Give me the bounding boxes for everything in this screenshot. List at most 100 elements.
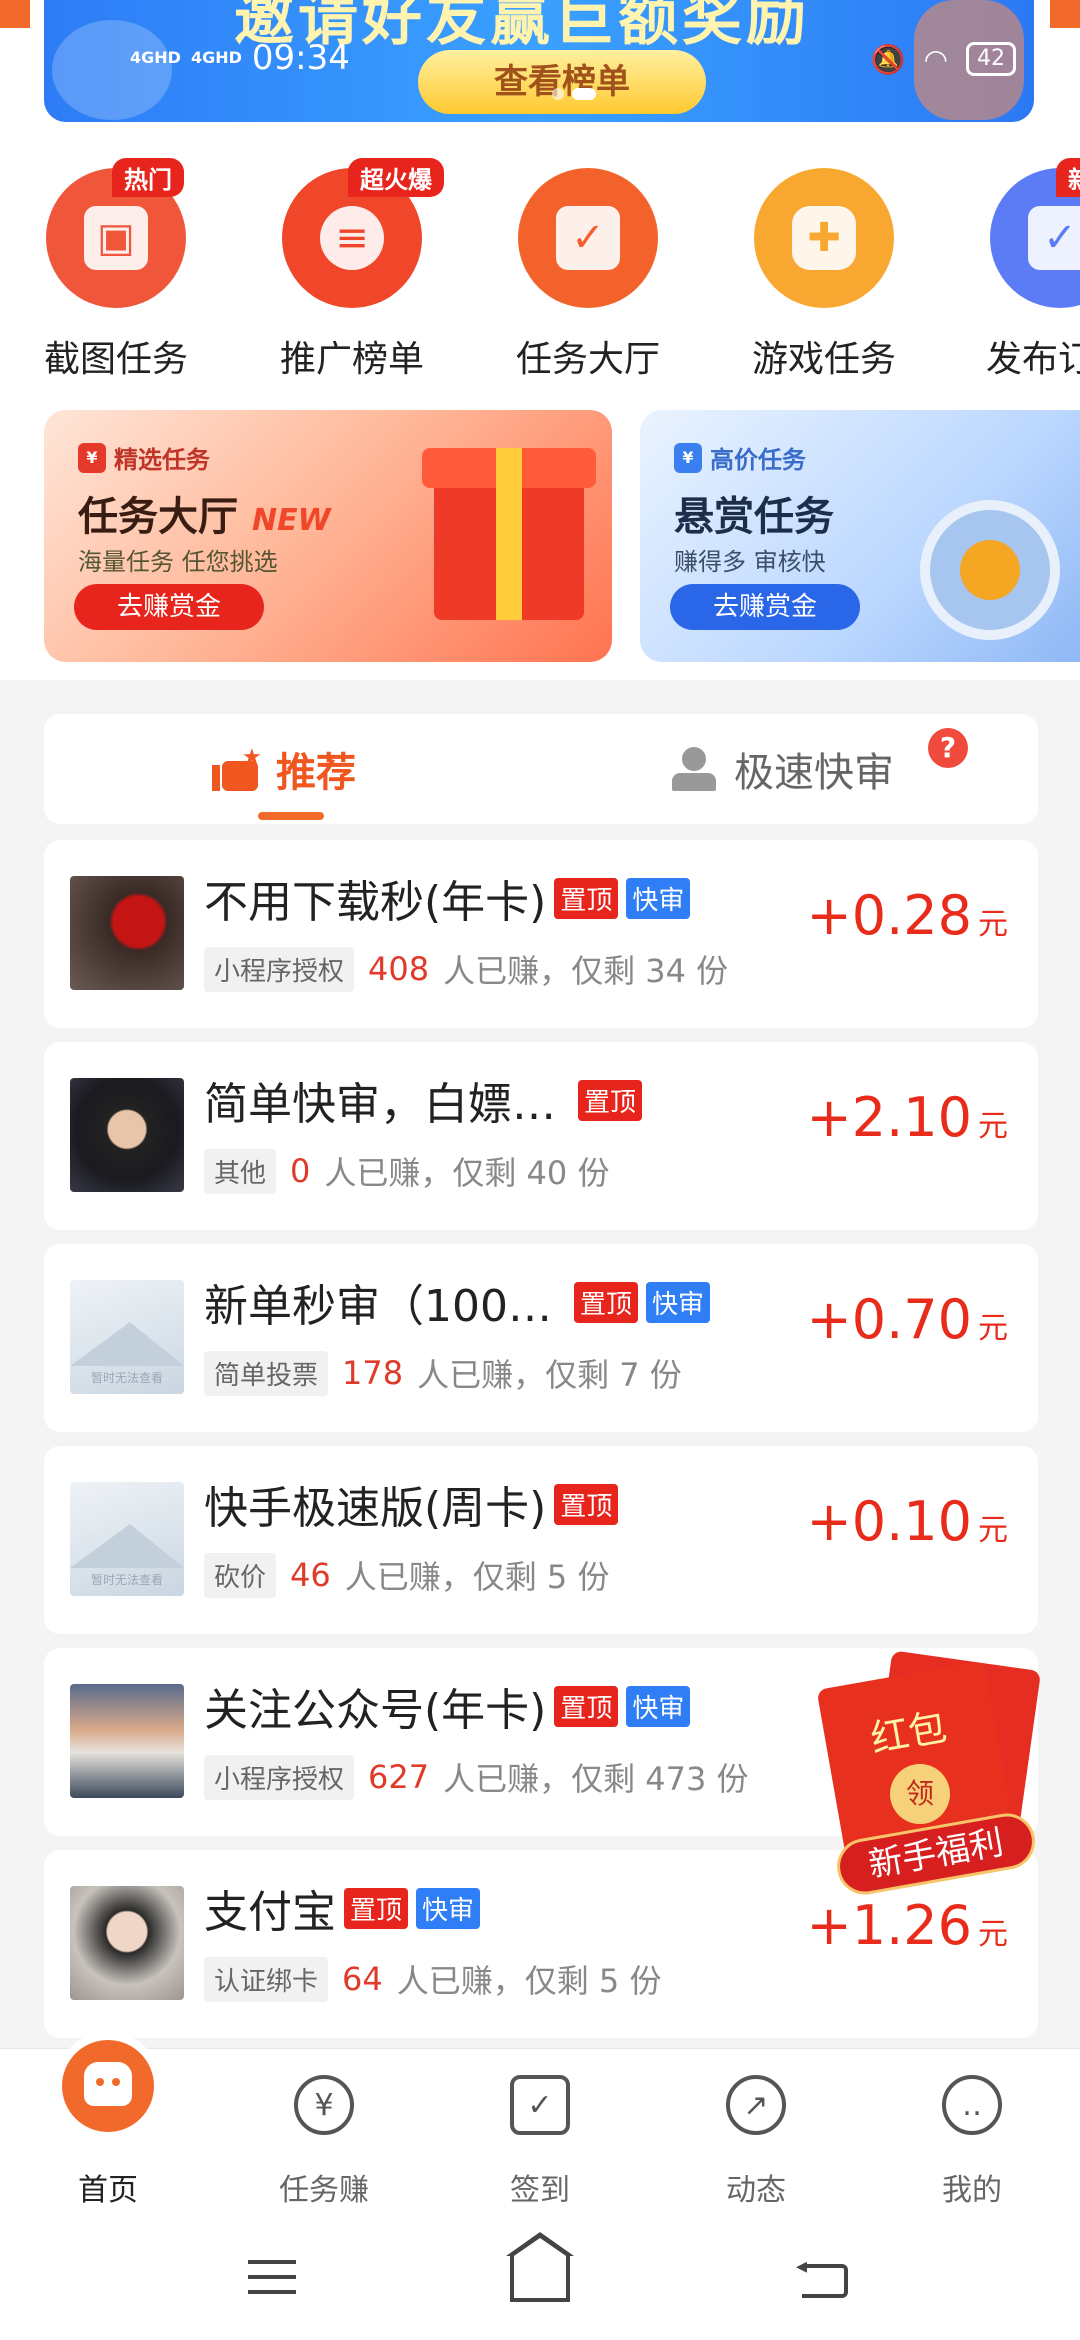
system-home-icon[interactable] xyxy=(510,2254,570,2302)
earned-count: 178 xyxy=(342,1354,404,1392)
recents-menu-icon[interactable] xyxy=(248,2260,296,2305)
entry-label: 截图任务 xyxy=(43,339,188,380)
star-icon xyxy=(960,540,1020,600)
remaining-text: 人已赚，仅剩 7 份 xyxy=(417,1356,682,1394)
status-bar-left: 4GHD 4GHD 09:34 xyxy=(130,38,350,78)
task-thumbnail xyxy=(70,1886,184,2000)
earned-count: 627 xyxy=(368,1758,430,1796)
signal-indicator-2: 4GHD xyxy=(190,48,242,67)
category-chip: 认证绑卡 xyxy=(204,1956,329,2002)
money-bag-icon: ¥ xyxy=(78,442,106,473)
promo-subtitle: 海量任务 任您挑选 xyxy=(78,548,278,576)
reward-value: +0.10 xyxy=(806,1490,972,1553)
signal-indicator-1: 4GHD xyxy=(130,48,181,67)
task-card[interactable]: 简单快审，白嫖… 置顶 其他 0 人已赚，仅剩 40 份 +2.10 元 xyxy=(44,1042,1038,1230)
entry-promo-ranking[interactable]: ≡ 超火爆 推广榜单 xyxy=(262,158,444,382)
entry-task-hall[interactable]: ✓ 任务大厅 xyxy=(498,168,678,382)
nav-label: 我的 xyxy=(942,2173,1002,2208)
earn-reward-button[interactable]: 去赚赏金 xyxy=(74,584,264,630)
promo-card-bounty[interactable]: ¥ 高价任务 悬赏任务 赚得多 审核快 去赚赏金 xyxy=(640,410,1080,662)
tab-recommended[interactable]: ★ 推荐 xyxy=(212,714,356,824)
view-leaderboard-button[interactable]: 查看榜单 xyxy=(418,50,706,114)
red-envelope-floating[interactable]: 红包 领 新手福利 xyxy=(816,1650,1042,1899)
nav-feed[interactable]: ↗ 动态 xyxy=(648,2049,864,2221)
system-back-icon[interactable] xyxy=(802,2264,848,2298)
header-accent-left xyxy=(0,0,30,28)
entry-publish[interactable]: ✓ 新进 发布订 xyxy=(970,158,1080,382)
task-thumbnail-placeholder: 暂时无法查看 xyxy=(70,1280,184,1394)
task-card[interactable]: 不用下载秒(年卡) 置顶 快审 小程序授权 408 人已赚，仅剩 34 份 +0… xyxy=(44,840,1038,1028)
reward-value: +2.10 xyxy=(806,1086,972,1149)
yuan-coin-icon: ¥ xyxy=(294,2075,354,2135)
medal-icon xyxy=(920,500,1060,640)
nav-label: 首页 xyxy=(78,2173,138,2208)
status-time: 09:34 xyxy=(251,38,350,78)
battery-indicator: 42 xyxy=(966,42,1016,76)
help-icon[interactable]: ? xyxy=(928,728,968,768)
task-meta: 简单投票 178 人已赚，仅剩 7 份 xyxy=(204,1350,682,1396)
promo-card-task-hall[interactable]: ¥ 精选任务 任务大厅 NEW 海量任务 任您挑选 去赚赏金 xyxy=(44,410,612,662)
mute-icon: 🔕 xyxy=(870,42,906,76)
reward-amount: +0.10 元 xyxy=(807,1490,1008,1553)
tab-label: 推荐 xyxy=(276,750,356,796)
reward-amount: +0.70 元 xyxy=(807,1288,1008,1351)
nav-checkin[interactable]: ✓ 签到 xyxy=(432,2049,648,2221)
reward-value: +0.28 xyxy=(806,884,972,947)
home-face-icon[interactable] xyxy=(62,2040,154,2132)
nav-task-earn[interactable]: ¥ 任务赚 xyxy=(216,2049,432,2221)
tab-indicator xyxy=(258,812,324,820)
entry-game-tasks[interactable]: ✚ 游戏任务 xyxy=(734,168,914,382)
nav-label: 动态 xyxy=(726,2173,786,2208)
tab-fast-review[interactable]: 极速快审 xyxy=(670,714,894,824)
category-chip: 砍价 xyxy=(204,1552,277,1598)
nav-profile[interactable]: ‥ 我的 xyxy=(864,2049,1080,2221)
earned-count: 408 xyxy=(368,950,430,988)
task-tabs: ★ 推荐 极速快审 ? xyxy=(44,714,1038,824)
reward-unit: 元 xyxy=(978,1917,1008,1952)
task-meta: 小程序授权 408 人已赚，仅剩 34 份 xyxy=(204,946,728,992)
category-chip: 简单投票 xyxy=(204,1350,329,1396)
earn-reward-button[interactable]: 去赚赏金 xyxy=(670,584,860,630)
task-meta: 认证绑卡 64 人已赚，仅剩 5 份 xyxy=(204,1956,661,2002)
task-title-row: 新单秒审（100… 置顶 快审 xyxy=(204,1270,711,1334)
compass-icon: ↗ xyxy=(726,2075,786,2135)
task-card[interactable]: 暂时无法查看 快手极速版(周卡) 置顶 砍价 46 人已赚，仅剩 5 份 +0.… xyxy=(44,1446,1038,1634)
person-icon xyxy=(670,745,718,793)
tab-label: 极速快审 xyxy=(734,750,894,796)
banner-dot xyxy=(552,88,564,100)
promo-tag-label: 高价任务 xyxy=(710,446,806,474)
entry-screenshot-tasks[interactable]: ▣ 热门 截图任务 xyxy=(26,158,206,382)
promo-tag: ¥ 精选任务 xyxy=(78,440,210,475)
reward-value: +1.26 xyxy=(806,1894,972,1957)
gamepad-icon: ✚ xyxy=(754,168,894,308)
task-title-row: 简单快审，白嫖… 置顶 xyxy=(204,1068,643,1132)
hot-badge: 热门 xyxy=(112,158,184,197)
earned-count: 0 xyxy=(290,1152,311,1190)
task-title: 快手极速版(周卡) xyxy=(204,1483,547,1534)
pinned-badge: 置顶 xyxy=(344,1887,409,1929)
promo-title: 任务大厅 NEW xyxy=(78,484,331,542)
task-title-row: 支付宝 置顶 快审 xyxy=(204,1876,481,1940)
fast-review-badge: 快审 xyxy=(416,1887,481,1929)
task-thumbnail xyxy=(70,1078,184,1192)
fast-review-badge: 快审 xyxy=(626,877,691,919)
nav-label: 签到 xyxy=(510,2173,570,2208)
task-card[interactable]: 暂时无法查看 新单秒审（100… 置顶 快审 简单投票 178 人已赚，仅剩 7… xyxy=(44,1244,1038,1432)
task-thumbnail-placeholder: 暂时无法查看 xyxy=(70,1482,184,1596)
reward-unit: 元 xyxy=(978,1513,1008,1548)
bottom-navigation: 首页 ¥ 任务赚 ✓ 签到 ↗ 动态 ‥ 我的 xyxy=(0,2048,1080,2220)
promo-subtitle: 赚得多 审核快 xyxy=(674,548,826,576)
gift-box-icon xyxy=(422,448,596,620)
pinned-badge: 置顶 xyxy=(554,1483,619,1525)
task-thumbnail xyxy=(70,1684,184,1798)
reward-value: +0.70 xyxy=(806,1288,972,1351)
new-label: NEW xyxy=(252,503,331,538)
money-bag-icon: ¥ xyxy=(674,442,702,473)
reward-amount: +0.28 元 xyxy=(807,884,1008,947)
reward-unit: 元 xyxy=(978,1109,1008,1144)
task-title: 简单快审，白嫖… xyxy=(204,1079,556,1130)
fast-review-badge: 快审 xyxy=(646,1281,711,1323)
placeholder-text: 暂时无法查看 xyxy=(90,1573,163,1587)
task-meta: 砍价 46 人已赚，仅剩 5 份 xyxy=(204,1552,609,1598)
quick-entry-row: ▣ 热门 截图任务 ≡ 超火爆 推广榜单 ✓ 任务大厅 ✚ 游戏任务 ✓ 新进 … xyxy=(0,158,1080,388)
